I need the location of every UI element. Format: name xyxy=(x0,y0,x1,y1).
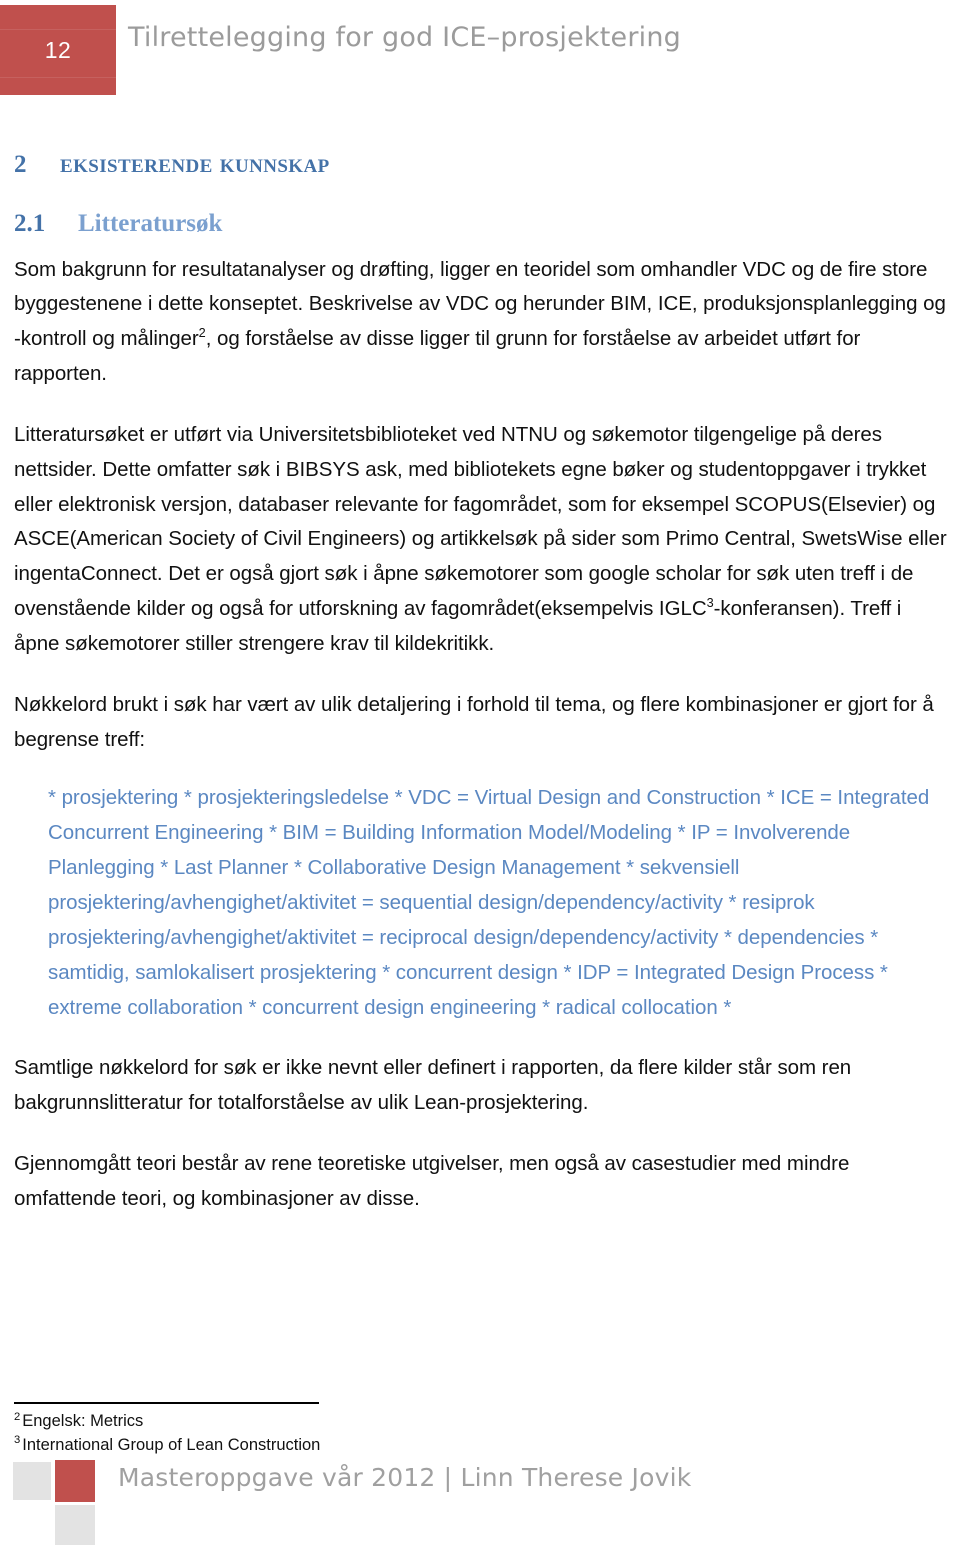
paragraph-1: Som bakgrunn for resultatanalyser og drø… xyxy=(14,253,948,392)
footnote-marker: 2 xyxy=(14,1410,21,1423)
section-heading: 2 Eksisterende kunnskap xyxy=(14,148,948,180)
footnote-item: 3 International Group of Lean Constructio… xyxy=(14,1434,514,1458)
document-title: Tilrettelegging for god ICE–prosjekterin… xyxy=(128,22,681,53)
footer-decoration-gray-left xyxy=(13,1462,51,1500)
footer-decoration-gray-bottom xyxy=(55,1505,95,1545)
subsection-title: Litteratursøk xyxy=(78,209,223,237)
section-number: 2 xyxy=(14,151,27,178)
subsection-heading: 2.1 Litteratursøk xyxy=(14,210,948,239)
footer-caption: Masteroppgave vår 2012 | Linn Therese Jo… xyxy=(118,1463,692,1492)
footnote-text: Engelsk: Metrics xyxy=(22,1412,144,1430)
page-content: 2 Eksisterende kunnskap 2.1 Litteratursø… xyxy=(14,148,948,1217)
paragraph-3: Nøkkelord brukt i søk har vært av ulik d… xyxy=(14,692,934,751)
footnote-item: 2 Engelsk: Metrics xyxy=(14,1410,514,1434)
page-footer: Masteroppgave vår 2012 | Linn Therese Jo… xyxy=(0,1459,960,1545)
page-number-badge: 12 xyxy=(0,5,116,95)
subsection-number: 2.1 xyxy=(14,209,46,237)
section-title: Eksisterende kunnskap xyxy=(60,148,330,178)
paragraph-4: Samtlige nøkkelord for søk er ikke nevnt… xyxy=(14,1056,852,1115)
footnote-ref-2[interactable]: 2 xyxy=(199,325,206,340)
paragraph-5: Gjennomgått teori består av rene teoreti… xyxy=(14,1152,850,1210)
page-header: 12 Tilrettelegging for god ICE–prosjekte… xyxy=(0,0,960,100)
footnote-separator xyxy=(14,1402,319,1404)
footnote-marker: 3 xyxy=(14,1434,21,1447)
footnote-ref-3[interactable]: 3 xyxy=(707,595,714,610)
footnote-text: International Group of Lean Construction xyxy=(22,1435,321,1454)
footnote-area: 2 Engelsk: Metrics 3 International Group o… xyxy=(14,1402,514,1458)
footer-decoration-red xyxy=(55,1460,95,1502)
keywords-block: * prosjektering * prosjekteringsledelse … xyxy=(48,786,930,1019)
paragraph-2-text-a: Litteratursøket er utført via Universite… xyxy=(14,422,947,621)
paragraph-2: Litteratursøket er utført via Universite… xyxy=(14,418,948,662)
page-number: 12 xyxy=(44,36,72,63)
